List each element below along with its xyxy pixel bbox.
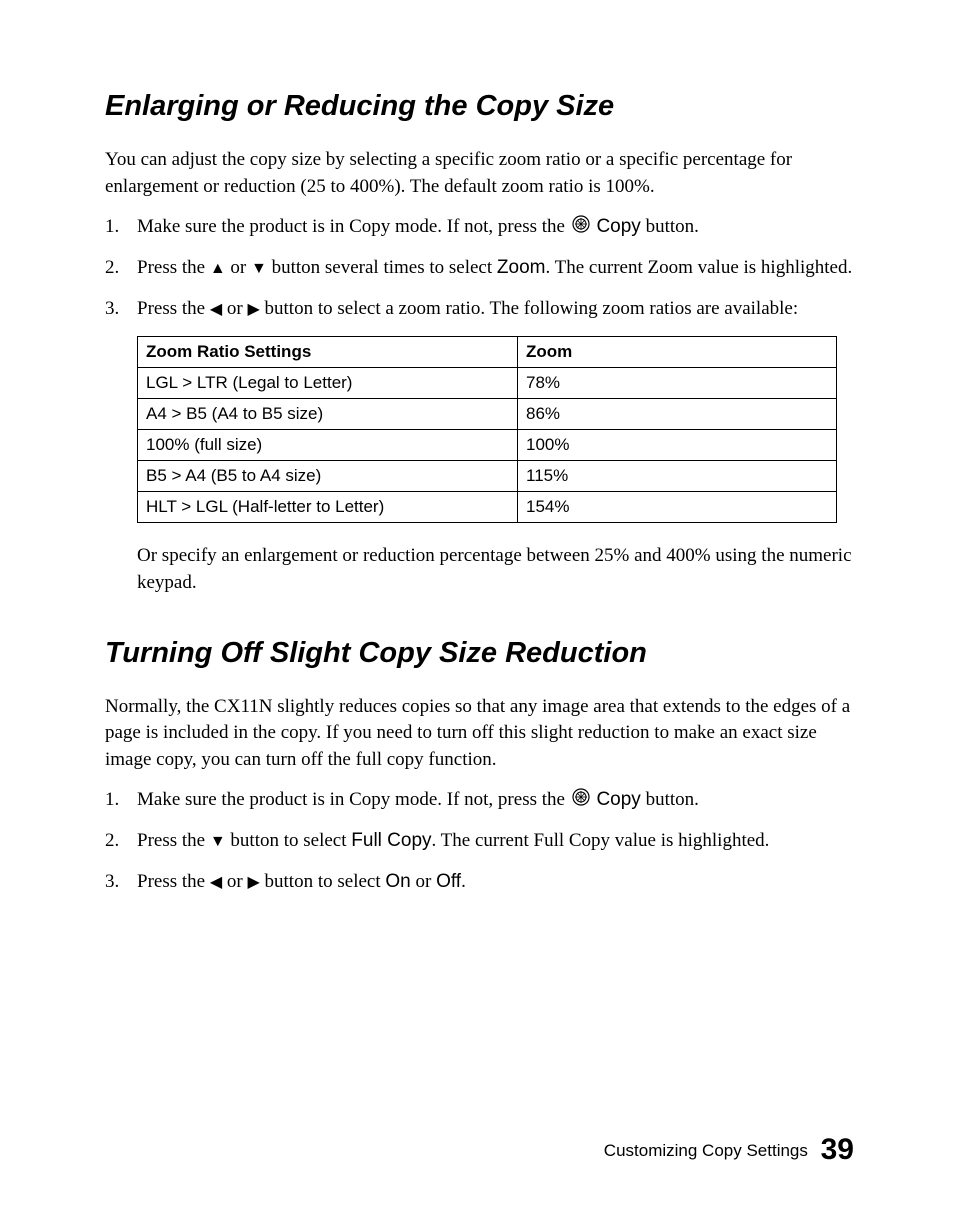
zoom-ratio-table: Zoom Ratio Settings Zoom LGL > LTR (Lega…	[137, 336, 837, 523]
down-arrow-icon: ▼	[210, 833, 226, 850]
right-arrow-icon: ▶	[247, 301, 259, 318]
table-cell: 115%	[518, 461, 837, 492]
zoom-label: Zoom	[497, 257, 546, 278]
text: button several times to select	[267, 257, 497, 278]
table-cell: 100%	[518, 430, 837, 461]
table-cell: 86%	[518, 399, 837, 430]
table-cell: A4 > B5 (A4 to B5 size)	[138, 399, 518, 430]
step-number: 3.	[105, 296, 137, 323]
on-label: On	[385, 871, 410, 892]
table-cell: HLT > LGL (Half-letter to Letter)	[138, 492, 518, 523]
text: button to select	[226, 830, 352, 851]
table-row: LGL > LTR (Legal to Letter) 78%	[138, 368, 837, 399]
steps-list-2: 1. Make sure the product is in Copy mode…	[105, 787, 854, 895]
table-row: B5 > A4 (B5 to A4 size) 115%	[138, 461, 837, 492]
step-2-3: 3. Press the ◀ or ▶ button to select On …	[105, 869, 854, 896]
text: Press the	[137, 257, 210, 278]
step-text: Make sure the product is in Copy mode. I…	[137, 214, 854, 241]
up-arrow-icon: ▲	[210, 260, 226, 277]
page-number: 39	[821, 1133, 854, 1166]
steps-list-1: 1. Make sure the product is in Copy mode…	[105, 214, 854, 322]
text: button.	[641, 216, 699, 237]
left-arrow-icon: ◀	[210, 301, 222, 318]
section-heading-turning-off: Turning Off Slight Copy Size Reduction	[105, 637, 854, 670]
step-number: 1.	[105, 787, 137, 814]
fullcopy-label: Full Copy	[351, 830, 431, 851]
text: . The current Zoom value is highlighted.	[545, 257, 852, 278]
step-text: Press the ◀ or ▶ button to select a zoom…	[137, 296, 854, 323]
copy-label: Copy	[596, 216, 640, 237]
text: Make sure the product is in Copy mode. I…	[137, 789, 570, 810]
text: button.	[641, 789, 699, 810]
table-row: A4 > B5 (A4 to B5 size) 86%	[138, 399, 837, 430]
left-arrow-icon: ◀	[210, 874, 222, 891]
step-number: 2.	[105, 828, 137, 855]
step-2-1: 1. Make sure the product is in Copy mode…	[105, 787, 854, 814]
text: or	[226, 257, 251, 278]
step-3-note: Or specify an enlargement or reduction p…	[137, 543, 854, 596]
text: Press the	[137, 298, 210, 319]
table-row: HLT > LGL (Half-letter to Letter) 154%	[138, 492, 837, 523]
text: .	[461, 871, 466, 892]
text: button to select a zoom ratio. The follo…	[260, 298, 798, 319]
text: or	[222, 871, 247, 892]
step-number: 3.	[105, 869, 137, 896]
copy-label: Copy	[596, 789, 640, 810]
table-cell: 154%	[518, 492, 837, 523]
copy-circle-icon	[572, 215, 590, 242]
table-header-zoom: Zoom	[518, 337, 837, 368]
text: Make sure the product is in Copy mode. I…	[137, 216, 570, 237]
text: button to select	[260, 871, 386, 892]
off-label: Off	[436, 871, 461, 892]
table-header-setting: Zoom Ratio Settings	[138, 337, 518, 368]
step-1-1: 1. Make sure the product is in Copy mode…	[105, 214, 854, 241]
table-row: 100% (full size) 100%	[138, 430, 837, 461]
intro-paragraph-1: You can adjust the copy size by selectin…	[105, 147, 854, 200]
table-cell: 100% (full size)	[138, 430, 518, 461]
step-text: Press the ▲ or ▼ button several times to…	[137, 255, 854, 282]
copy-circle-icon	[572, 788, 590, 815]
text: Press the	[137, 830, 210, 851]
down-arrow-icon: ▼	[251, 260, 267, 277]
step-number: 1.	[105, 214, 137, 241]
step-number: 2.	[105, 255, 137, 282]
step-text: Press the ◀ or ▶ button to select On or …	[137, 869, 854, 896]
section-heading-enlarging: Enlarging or Reducing the Copy Size	[105, 90, 854, 123]
table-cell: 78%	[518, 368, 837, 399]
text: or	[222, 298, 247, 319]
page-footer: Customizing Copy Settings 39	[604, 1133, 854, 1167]
table-cell: LGL > LTR (Legal to Letter)	[138, 368, 518, 399]
step-2-2: 2. Press the ▼ button to select Full Cop…	[105, 828, 854, 855]
step-text: Press the ▼ button to select Full Copy. …	[137, 828, 854, 855]
step-1-2: 2. Press the ▲ or ▼ button several times…	[105, 255, 854, 282]
step-1-3: 3. Press the ◀ or ▶ button to select a z…	[105, 296, 854, 323]
text: or	[411, 871, 436, 892]
text: . The current Full Copy value is highlig…	[432, 830, 770, 851]
footer-label: Customizing Copy Settings	[604, 1141, 808, 1160]
intro-paragraph-2: Normally, the CX11N slightly reduces cop…	[105, 694, 854, 774]
step-text: Make sure the product is in Copy mode. I…	[137, 787, 854, 814]
right-arrow-icon: ▶	[247, 874, 259, 891]
text: Press the	[137, 871, 210, 892]
table-cell: B5 > A4 (B5 to A4 size)	[138, 461, 518, 492]
table-header-row: Zoom Ratio Settings Zoom	[138, 337, 837, 368]
